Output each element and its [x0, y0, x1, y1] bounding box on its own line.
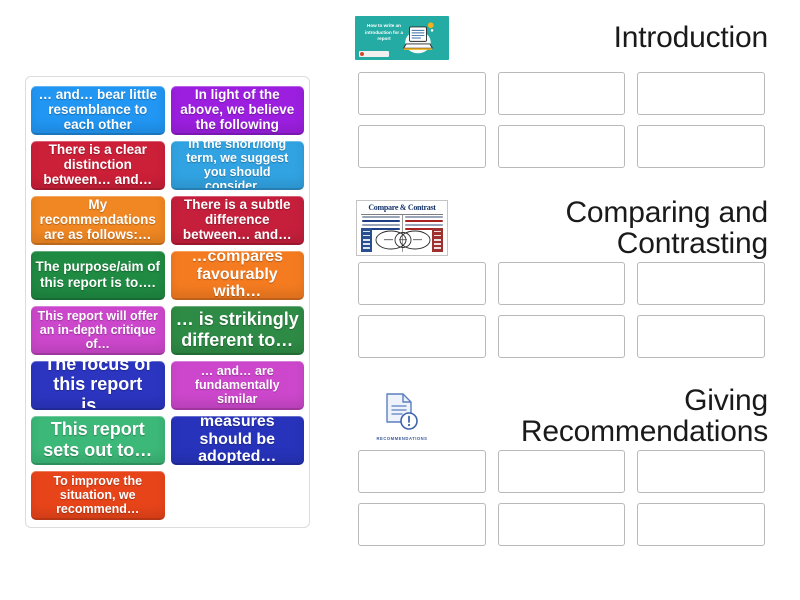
answer-tile-label: in the short/long term, we suggest you s… — [186, 141, 289, 190]
answer-tile-label: There is a clear distinction between… an… — [43, 141, 153, 188]
answer-tile-label: This report sets out to… — [43, 419, 153, 460]
answer-tile-2[interactable]: There is a clear distinction between… an… — [31, 141, 165, 190]
category-section-1: Compare & Contrast Comparing and Contras… — [340, 195, 800, 358]
category-thumbnail: How to write an introduction for a repor… — [354, 16, 450, 60]
answer-tile-label: … is strikingly different to… — [175, 309, 299, 350]
category-drop-zones — [340, 444, 800, 546]
tile-cell-11: … and… are fundamentally similar — [170, 358, 304, 413]
answer-tile-label: …compares favourably with… — [191, 251, 284, 300]
category-header: How to write an introduction for a repor… — [340, 10, 800, 66]
answer-tile-label: The purpose/aim of this report is to…. — [35, 259, 160, 290]
compare-side-bar — [361, 228, 372, 252]
answer-tile-label: My recommendations are as follows:… — [39, 196, 156, 243]
answer-tile-11[interactable]: … and… are fundamentally similar — [170, 361, 304, 410]
tile-cell-8: This report will offer an in-depth criti… — [31, 303, 165, 358]
answer-tile-6[interactable]: The purpose/aim of this report is to…. — [31, 251, 165, 300]
answer-tile-3[interactable]: in the short/long term, we suggest you s… — [170, 141, 304, 190]
drop-zone-2-0[interactable] — [358, 450, 486, 493]
drop-zone-1-1[interactable] — [497, 262, 626, 305]
answer-tile-12[interactable]: This report sets out to… — [31, 416, 165, 465]
tile-cell-0: … and… bear little resemblance to each o… — [31, 83, 165, 138]
answer-tile-10[interactable]: The focus of this report is… — [31, 361, 165, 410]
drop-zone-2-3[interactable] — [358, 503, 486, 546]
answer-tile-label: There is a subtle difference between… an… — [182, 196, 292, 243]
answer-tile-label: To improve the situation, we recommend… — [53, 473, 143, 516]
answer-tile-5[interactable]: There is a subtle difference between… an… — [170, 196, 304, 245]
recommendations-document-icon: RECOMMENDATIONS — [371, 390, 433, 442]
tile-cell-7: …compares favourably with… — [170, 248, 304, 303]
category-drop-zones — [340, 66, 800, 168]
answer-tile-label: … and… are fundamentally similar — [194, 363, 280, 406]
answer-tile-label: The focus of this report is… — [44, 361, 152, 410]
answer-tile-14[interactable]: To improve the situation, we recommend… — [31, 471, 165, 520]
answer-tile-label: This report will offer an in-depth criti… — [37, 308, 158, 351]
venn-diagram-icon — [375, 230, 431, 250]
tile-grid: … and… bear little resemblance to each o… — [31, 83, 304, 523]
tile-cell-10: The focus of this report is… — [31, 358, 165, 413]
category-title: Giving Recommendations — [520, 383, 768, 448]
category-thumbnail: Compare & Contrast — [354, 200, 450, 256]
category-title: Comparing and Contrasting — [565, 195, 768, 260]
drop-zone-2-1[interactable] — [497, 450, 626, 493]
drop-zone-0-5[interactable] — [637, 125, 765, 168]
compare-contrast-poster-thumbnail: Compare & Contrast — [356, 200, 448, 256]
intro-banner-thumbnail: How to write an introduction for a repor… — [355, 16, 449, 60]
drop-zone-1-4[interactable] — [497, 315, 626, 358]
answer-tile-1[interactable]: In light of the above, we believe the fo… — [170, 86, 304, 135]
answer-tile-7[interactable]: …compares favourably with… — [170, 251, 304, 300]
drop-zone-2-2[interactable] — [637, 450, 765, 493]
drop-zone-1-5[interactable] — [637, 315, 765, 358]
drop-zone-0-4[interactable] — [497, 125, 626, 168]
category-section-0: How to write an introduction for a repor… — [340, 10, 800, 168]
drop-zone-2-5[interactable] — [637, 503, 765, 546]
answer-tile-8[interactable]: This report will offer an in-depth criti… — [31, 306, 165, 355]
answer-tile-label: In light of the above, we believe the fo… — [180, 86, 295, 133]
answer-tile-label: measures should be adopted… — [198, 416, 277, 465]
answer-tile-9[interactable]: … is strikingly different to… — [170, 306, 304, 355]
category-header: RECOMMENDATIONS Giving Recommendations — [340, 383, 800, 448]
answer-tile-13[interactable]: measures should be adopted… — [170, 416, 304, 465]
category-section-2: RECOMMENDATIONS Giving Recommendations — [340, 383, 800, 546]
drop-zone-0-0[interactable] — [358, 72, 486, 115]
drop-zone-1-0[interactable] — [358, 262, 486, 305]
tile-cell-12: This report sets out to… — [31, 413, 165, 468]
category-title: Introduction — [613, 21, 769, 55]
tile-cell-14: To improve the situation, we recommend… — [31, 468, 165, 523]
drop-zone-0-2[interactable] — [637, 72, 765, 115]
answer-tile-4[interactable]: My recommendations are as follows:… — [31, 196, 165, 245]
intro-banner-badge — [359, 51, 389, 57]
tile-cell-2: There is a clear distinction between… an… — [31, 138, 165, 193]
answer-tile-0[interactable]: … and… bear little resemblance to each o… — [31, 86, 165, 135]
tile-cell-4: My recommendations are as follows:… — [31, 193, 165, 248]
drop-zone-1-3[interactable] — [358, 315, 486, 358]
tile-cell-6: The purpose/aim of this report is to…. — [31, 248, 165, 303]
contrast-side-bar — [432, 228, 443, 252]
answer-tile-label: … and… bear little resemblance to each o… — [38, 86, 158, 133]
tile-cell-3: in the short/long term, we suggest you s… — [170, 138, 304, 193]
answer-tile-tray: … and… bear little resemblance to each o… — [25, 76, 310, 528]
tile-cell-9: … is strikingly different to… — [170, 303, 304, 358]
drop-zone-2-4[interactable] — [497, 503, 626, 546]
tile-cell-1: In light of the above, we believe the fo… — [170, 83, 304, 138]
drop-zone-0-1[interactable] — [497, 72, 626, 115]
recommendations-caption: RECOMMENDATIONS — [376, 436, 428, 441]
category-drop-zones — [340, 256, 800, 358]
category-header: Compare & Contrast Comparing and Contras… — [340, 195, 800, 260]
category-thumbnail: RECOMMENDATIONS — [354, 390, 450, 442]
drop-zone-0-3[interactable] — [358, 125, 486, 168]
tile-cell-5: There is a subtle difference between… an… — [170, 193, 304, 248]
category-list: How to write an introduction for a repor… — [340, 0, 800, 600]
document-alert-icon — [386, 393, 418, 430]
drop-zone-1-2[interactable] — [637, 262, 765, 305]
compare-contrast-title: Compare & Contrast — [368, 203, 436, 212]
tile-cell-13: measures should be adopted… — [170, 413, 304, 468]
laptop-document-icon — [403, 22, 434, 54]
